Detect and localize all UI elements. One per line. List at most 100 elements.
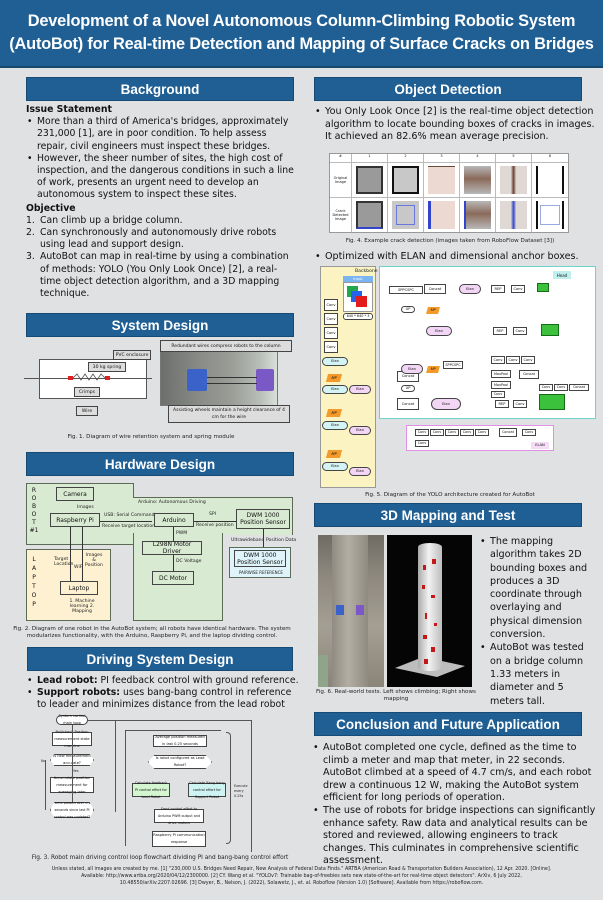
- wire-retention-diagram: PVC enclosure 30 kg spring Crimps Wire: [24, 340, 154, 420]
- crack-detected-image: [428, 200, 455, 229]
- input-size-label: 640 * 640 * 3: [343, 313, 373, 320]
- head-rep: REP: [495, 400, 509, 408]
- raspberry-pi-box: Raspberry Pi: [50, 513, 100, 527]
- flow-yes-top: [125, 730, 221, 731]
- backbone-mp: MP: [325, 450, 343, 458]
- reference-line: Unless stated, all images are created by…: [51, 867, 552, 872]
- backbone-conv: Conv: [324, 341, 338, 353]
- table-header-cell: 3: [424, 154, 460, 163]
- laptop-letter: T: [32, 583, 36, 590]
- laptop-vertical-label: L A P T O P: [30, 555, 38, 609]
- uwb-arrow: [263, 529, 264, 549]
- flow-execute-label: Execute every 0.25s: [234, 784, 248, 798]
- head-concat: Concat: [397, 398, 419, 410]
- backbone-mp: MP: [325, 374, 343, 382]
- background-trees: [318, 655, 328, 687]
- yolo-diagram: Backbone Head Input 640 * 640 * 3 Conv C…: [319, 266, 596, 488]
- backbone-elan: Elan: [322, 385, 348, 394]
- arduino-zone-label: Arduino: Autonomous Driving: [138, 500, 206, 505]
- head-maxpool: MaxPool: [491, 370, 511, 378]
- crack-image: [464, 166, 491, 194]
- head-maxpool: MaxPool: [491, 381, 511, 389]
- robot-letter: T: [32, 519, 36, 526]
- pwm-label: PWM: [176, 531, 188, 536]
- elan-conv: Conv: [460, 429, 474, 436]
- head-rep: REP: [493, 327, 507, 335]
- crack-image: [536, 166, 564, 194]
- elan-conv-skip: Conv: [415, 440, 429, 447]
- wire-line: [207, 377, 257, 378]
- objective-number: 3.: [26, 251, 35, 263]
- flow-brace: [226, 732, 231, 844]
- robot-purple-shape: [356, 605, 364, 615]
- backbone-conv: Conv: [324, 299, 338, 311]
- head-conv: Conv: [491, 391, 505, 398]
- head-elan: Elan: [401, 364, 423, 374]
- voltage-arrow: [173, 555, 174, 571]
- pwm-arrow: [173, 527, 174, 541]
- figure-6-caption: Fig. 6. Real-world tests. Left shows cli…: [316, 689, 476, 702]
- objective-item: 3. AutoBot can map in real-time by using …: [26, 251, 298, 300]
- wifi-down-arrow: [82, 527, 83, 581]
- backbone-elan: Elan: [322, 462, 348, 471]
- driving-bullet: Support robots: uses bang-bang control i…: [26, 687, 301, 711]
- conclusion-heading: Conclusion and Future Application: [314, 712, 582, 736]
- driving-bullet: Lead robot: PI feedback control with gro…: [26, 675, 301, 687]
- head-mp: MP: [426, 307, 440, 314]
- spring-icon: [73, 373, 105, 381]
- laptop-letter: L: [32, 556, 36, 563]
- figure-1-caption: Fig. 1. Diagram of wire retention system…: [67, 434, 235, 440]
- wifi-up-arrow: [70, 527, 71, 581]
- robot-letter: O: [31, 495, 37, 502]
- backbone-elan: Elan: [322, 421, 348, 430]
- head-conv: Conv: [511, 285, 525, 293]
- crack-detected-image: [500, 200, 527, 229]
- crack-image: [500, 166, 527, 194]
- laptop-letter: P: [32, 574, 36, 581]
- elan-conv: Conv: [445, 429, 459, 436]
- dc-motor-box: DC Motor: [152, 571, 194, 585]
- crack-marker: [431, 595, 435, 598]
- crack-image: [392, 166, 419, 194]
- crack-marker: [422, 585, 425, 589]
- robot-photo: [160, 350, 278, 406]
- crack-marker: [434, 623, 437, 626]
- crack-detected-image: [356, 200, 383, 229]
- spring-label: 30 kg spring: [88, 362, 126, 372]
- table-row-label: Original Image: [330, 163, 352, 198]
- head-rep: REP: [491, 285, 505, 293]
- assisting-wheels-label: Assisting wheels maintain a height clear…: [168, 405, 290, 423]
- reference-line: 10.48550/arXiv.2207.02696. [3] Dwyer, B.…: [119, 881, 484, 886]
- flow-return-line: [115, 720, 116, 812]
- robot-blue-shape: [187, 369, 207, 391]
- mapping-render: [387, 535, 472, 687]
- head-conv: Conv: [513, 400, 527, 408]
- flow-main-line: [72, 725, 73, 802]
- head-sppcspc-2: SPPCSPC: [443, 361, 463, 369]
- objective-number: 1.: [26, 214, 35, 226]
- images-position-label: Images & Position: [85, 553, 103, 568]
- head-conv: Conv: [513, 327, 527, 335]
- backbone-conv: Conv: [324, 327, 338, 339]
- robot-letter: O: [31, 511, 37, 518]
- issue-bullet: However, the sheer number of sites, the …: [26, 153, 298, 202]
- mapping-heading: 3D Mapping and Test: [314, 503, 582, 527]
- bullet-text: PI feedback control with ground referenc…: [97, 675, 299, 686]
- objective-text: Can synchronously and autonomously drive…: [40, 227, 277, 251]
- crack-marker: [423, 565, 426, 570]
- flow-right-line: [251, 720, 252, 852]
- crack-detection-table: # 1 2 3 4 5 6 Original Image Crack Detec…: [329, 153, 569, 233]
- robot-letter: R: [31, 487, 37, 494]
- head-mp: MP: [426, 366, 440, 373]
- objective-text: AutoBot can map in real-time by using a …: [40, 251, 289, 300]
- usb-arrow: [100, 521, 152, 522]
- flow-yes-line: [125, 730, 126, 846]
- poster-title-line-2: (AutoBot) for Real-time Detection and Ma…: [9, 35, 594, 53]
- object-detection-bullets-2: Optimized with ELAN and dimensional anch…: [314, 251, 596, 263]
- mapping-bullet: AutoBot was tested on a bridge column 1.…: [479, 641, 597, 707]
- head-concat: Concat: [519, 370, 539, 379]
- conclusion-bullet: The use of robots for bridge inspections…: [312, 805, 600, 868]
- flow-rpi: Raspberry Pi communication response: [152, 831, 206, 847]
- elan-conv: Conv: [415, 429, 429, 436]
- backbone-conv: Conv: [324, 313, 338, 325]
